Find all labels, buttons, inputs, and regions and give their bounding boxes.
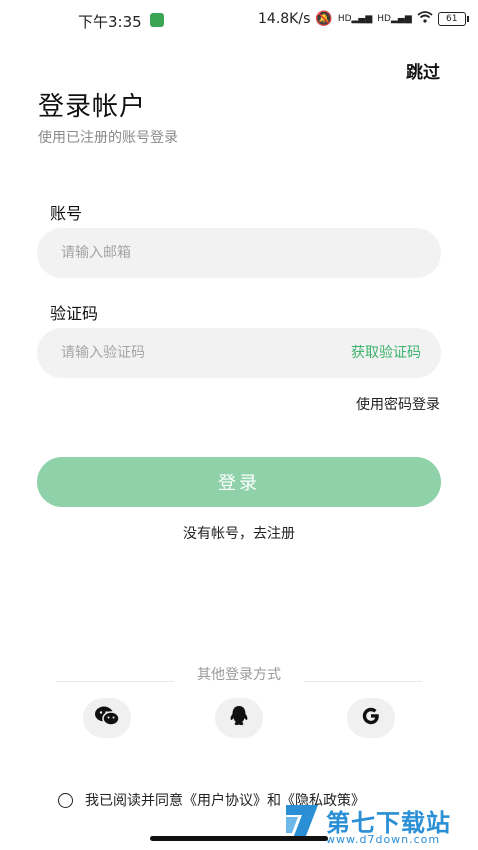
account-label: 账号 bbox=[50, 204, 83, 223]
status-indicators: 14.8K/s 🔕 HD▂▄▆ HD▂▄▆ 61 bbox=[258, 11, 469, 27]
account-input[interactable] bbox=[61, 228, 321, 278]
wechat-login-button[interactable] bbox=[83, 698, 131, 738]
home-indicator[interactable] bbox=[150, 836, 328, 841]
signal-icon-2: HD▂▄▆ bbox=[377, 13, 412, 24]
agreement-text[interactable]: 我已阅读并同意《用户协议》和《隐私政策》 bbox=[85, 790, 365, 810]
page-title: 登录帐户 bbox=[38, 92, 147, 122]
google-icon bbox=[360, 705, 382, 731]
page-subtitle: 使用已注册的账号登录 bbox=[38, 130, 178, 146]
notification-icon bbox=[150, 13, 164, 27]
qq-login-button[interactable] bbox=[215, 698, 263, 738]
get-code-button[interactable]: 获取验证码 bbox=[351, 328, 421, 378]
wechat-icon bbox=[94, 705, 120, 731]
wifi-icon bbox=[417, 11, 433, 27]
code-label: 验证码 bbox=[50, 304, 99, 323]
network-speed: 14.8K/s bbox=[258, 11, 311, 27]
battery-icon: 61 bbox=[437, 12, 469, 26]
code-input[interactable] bbox=[61, 328, 321, 378]
agreement-radio[interactable] bbox=[58, 792, 73, 808]
login-button[interactable]: 登录 bbox=[37, 457, 441, 507]
watermark-url: www.d7down.com bbox=[326, 833, 441, 846]
register-link[interactable]: 没有帐号，去注册 bbox=[0, 523, 478, 543]
code-field: 获取验证码 bbox=[37, 328, 441, 378]
other-login-label: 其他登录方式 bbox=[197, 667, 281, 683]
signal-icon: HD▂▄▆ bbox=[337, 13, 373, 24]
qq-icon bbox=[229, 705, 249, 731]
skip-button[interactable]: 跳过 bbox=[406, 58, 440, 83]
password-login-link[interactable]: 使用密码登录 bbox=[356, 394, 440, 414]
google-login-button[interactable] bbox=[347, 698, 395, 738]
account-field bbox=[37, 228, 441, 278]
status-time: 下午3:35 bbox=[78, 13, 142, 31]
mute-icon: 🔕 bbox=[315, 11, 333, 27]
